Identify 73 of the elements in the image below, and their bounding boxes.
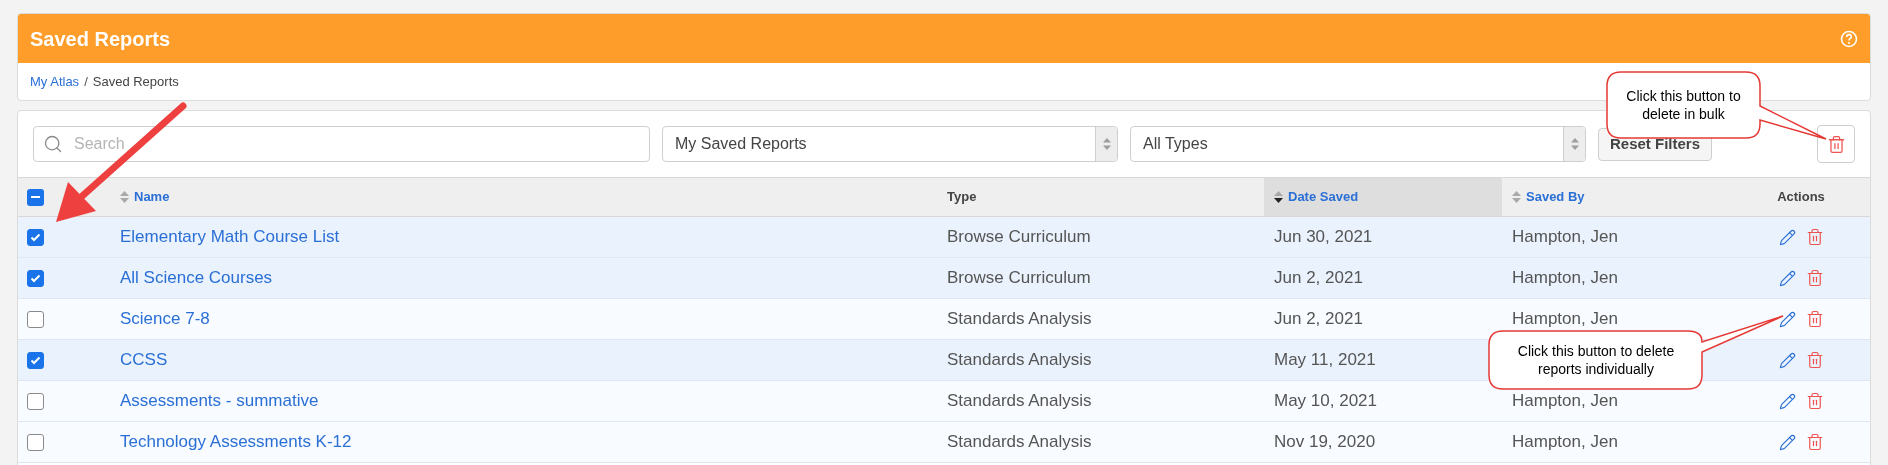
edit-icon[interactable] [1778, 351, 1796, 369]
breadcrumb-separator: / [84, 72, 88, 91]
row-checkbox[interactable] [27, 433, 44, 451]
report-name-link[interactable]: Science 7-8 [120, 306, 210, 332]
trash-icon [1826, 134, 1846, 154]
edit-icon[interactable] [1778, 269, 1796, 287]
delete-icon[interactable] [1805, 310, 1824, 328]
row-checkbox[interactable] [27, 351, 44, 369]
edit-icon[interactable] [1778, 310, 1796, 328]
table-row[interactable]: Assessments - summative Standards Analysis May 10, 2021 Hampton, Jen [18, 381, 1870, 422]
check-icon [30, 273, 41, 283]
check-icon [30, 232, 41, 242]
table-cell-text: Jun 30, 2021 [1274, 226, 1373, 249]
report-name-link[interactable]: Elementary Math Course List [120, 224, 340, 250]
sort-icon [1274, 191, 1283, 203]
table-cell-text: Standards Analysis [947, 349, 1092, 372]
check-icon [30, 355, 41, 365]
help-icon[interactable] [1840, 29, 1858, 48]
table-cell-text: Standards Analysis [947, 390, 1092, 413]
callout-text: Click this button to delete reports individually [1516, 342, 1676, 378]
sort-icon [120, 191, 129, 203]
report-name-link[interactable]: CCSS [120, 347, 168, 373]
column-header[interactable]: Date Saved [1264, 178, 1502, 216]
table-cell-text: May 11, 2021 [1274, 349, 1376, 372]
filter-select[interactable]: All Types [1130, 126, 1586, 162]
table-cell-text: Hampton, Jen [1512, 308, 1618, 331]
table-row[interactable]: Technology Assessments K-12 Standards Analysis Nov 19, 2020 Hampton, Jen [18, 422, 1870, 463]
callout-text: Click this button to delete in bulk [1625, 87, 1742, 123]
delete-icon[interactable] [1805, 351, 1824, 369]
report-name-link[interactable]: Assessments - summative [120, 388, 319, 414]
column-header[interactable]: Name [110, 178, 937, 216]
delete-icon[interactable] [1805, 228, 1824, 246]
select-all-checkbox[interactable] [27, 188, 44, 206]
table-row[interactable]: Science 7-8 Standards Analysis Jun 2, 2021 Hampton, Jen [18, 299, 1870, 340]
table-cell-text: Jun 2, 2021 [1274, 267, 1363, 290]
table-row[interactable]: Elementary Math Course List Browse Curriculum Jun 30, 2021 Hampton, Jen [18, 217, 1870, 258]
delete-icon[interactable] [1805, 269, 1824, 287]
search-field[interactable]: Search [33, 126, 650, 162]
table-cell-text: Browse Curriculum [947, 267, 1091, 290]
report-name-link[interactable]: Technology Assessments K-12 [120, 429, 352, 455]
table-cell-text: Standards Analysis [947, 431, 1092, 454]
bulk-delete-button[interactable] [1817, 125, 1855, 163]
table-cell-text: May 10, 2021 [1274, 390, 1377, 413]
breadcrumb-link[interactable]: My Atlas [30, 71, 80, 92]
breadcrumb-current: Saved Reports [92, 72, 179, 91]
edit-icon[interactable] [1778, 228, 1796, 246]
report-name-link[interactable]: All Science Courses [120, 265, 273, 291]
edit-icon[interactable] [1778, 433, 1796, 451]
row-checkbox[interactable] [27, 310, 44, 328]
table-cell-text: Standards Analysis [947, 308, 1092, 331]
edit-icon[interactable] [1778, 392, 1796, 410]
select-arrows-icon [1095, 127, 1117, 161]
column-header: Type [946, 188, 978, 207]
row-checkbox[interactable] [27, 228, 44, 246]
table-row[interactable]: All Science Courses Browse Curriculum Jun 2, 2021 Hampton, Jen [18, 258, 1870, 299]
row-checkbox[interactable] [27, 392, 44, 410]
table-cell-text: Hampton, Jen [1512, 267, 1618, 290]
table-cell-text: Hampton, Jen [1512, 431, 1618, 454]
table-cell-text: Jun 2, 2021 [1274, 308, 1363, 331]
column-header: Actions [1776, 188, 1826, 207]
select-arrows-icon [1563, 127, 1585, 161]
sort-icon [1512, 191, 1521, 203]
table-cell-text: Browse Curriculum [947, 226, 1091, 249]
column-header[interactable]: Saved By [1502, 178, 1732, 216]
page-title: Saved Reports [30, 26, 171, 52]
search-icon [43, 134, 63, 154]
table-cell-text: Nov 19, 2020 [1274, 431, 1376, 454]
delete-icon[interactable] [1805, 433, 1824, 451]
table-cell-text: Hampton, Jen [1512, 226, 1618, 249]
row-checkbox[interactable] [27, 269, 44, 287]
delete-icon[interactable] [1805, 392, 1824, 410]
table-cell-text: Hampton, Jen [1512, 390, 1618, 413]
filter-select[interactable]: My Saved Reports [662, 126, 1118, 162]
